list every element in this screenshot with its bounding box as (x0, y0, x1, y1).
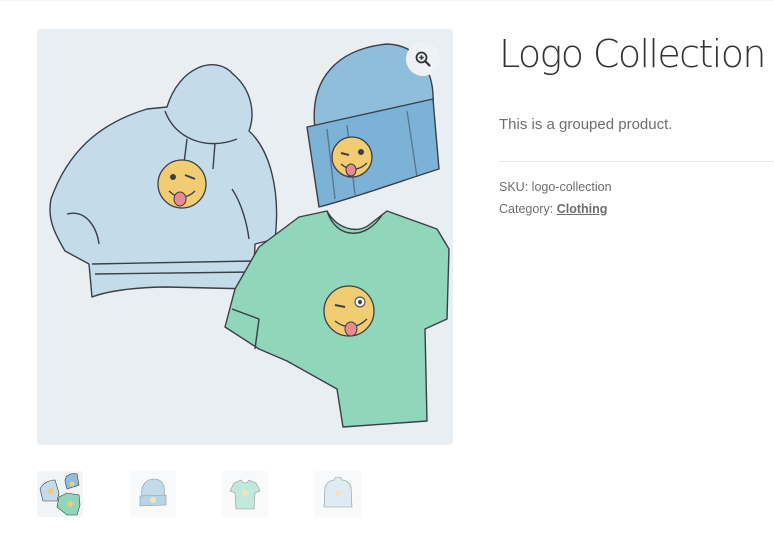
thumbnail-beanie-image (139, 478, 167, 507)
thumbnail-logo-collection[interactable] (37, 471, 83, 517)
emoji-logo-beanie (331, 136, 373, 178)
product-category: Category: Clothing (499, 200, 607, 218)
sku-label: SKU: (499, 180, 529, 194)
thumbnail-hoodie-image (323, 476, 353, 508)
product-meta-divider (499, 161, 774, 162)
thumbnail-tshirt-with-logo[interactable] (222, 471, 268, 517)
gallery-zoom-button[interactable] (406, 42, 440, 76)
product-sku: SKU: logo-collection (499, 178, 612, 196)
thumbnail-tshirt-image (229, 479, 261, 510)
magnifier-plus-icon (415, 51, 431, 67)
product-summary: Logo Collection This is a grouped produc… (499, 0, 774, 542)
product-title: Logo Collection (499, 32, 766, 76)
emoji-logo-hoodie (157, 159, 207, 209)
thumbnail-beanie-with-logo[interactable] (130, 471, 176, 517)
emoji-logo-tshirt (323, 285, 375, 337)
product-short-description: This is a grouped product. (499, 116, 673, 133)
logo-collection-image (49, 43, 450, 428)
category-label: Category: (499, 202, 554, 216)
category-link-clothing[interactable]: Clothing (557, 202, 608, 216)
product-gallery-main-image[interactable] (37, 29, 453, 445)
thumbnail-hoodie-with-logo[interactable] (315, 471, 361, 517)
sku-value: logo-collection (531, 180, 612, 194)
gallery-thumbnails (37, 471, 457, 517)
thumbnail-logo-collection-image (39, 473, 81, 516)
